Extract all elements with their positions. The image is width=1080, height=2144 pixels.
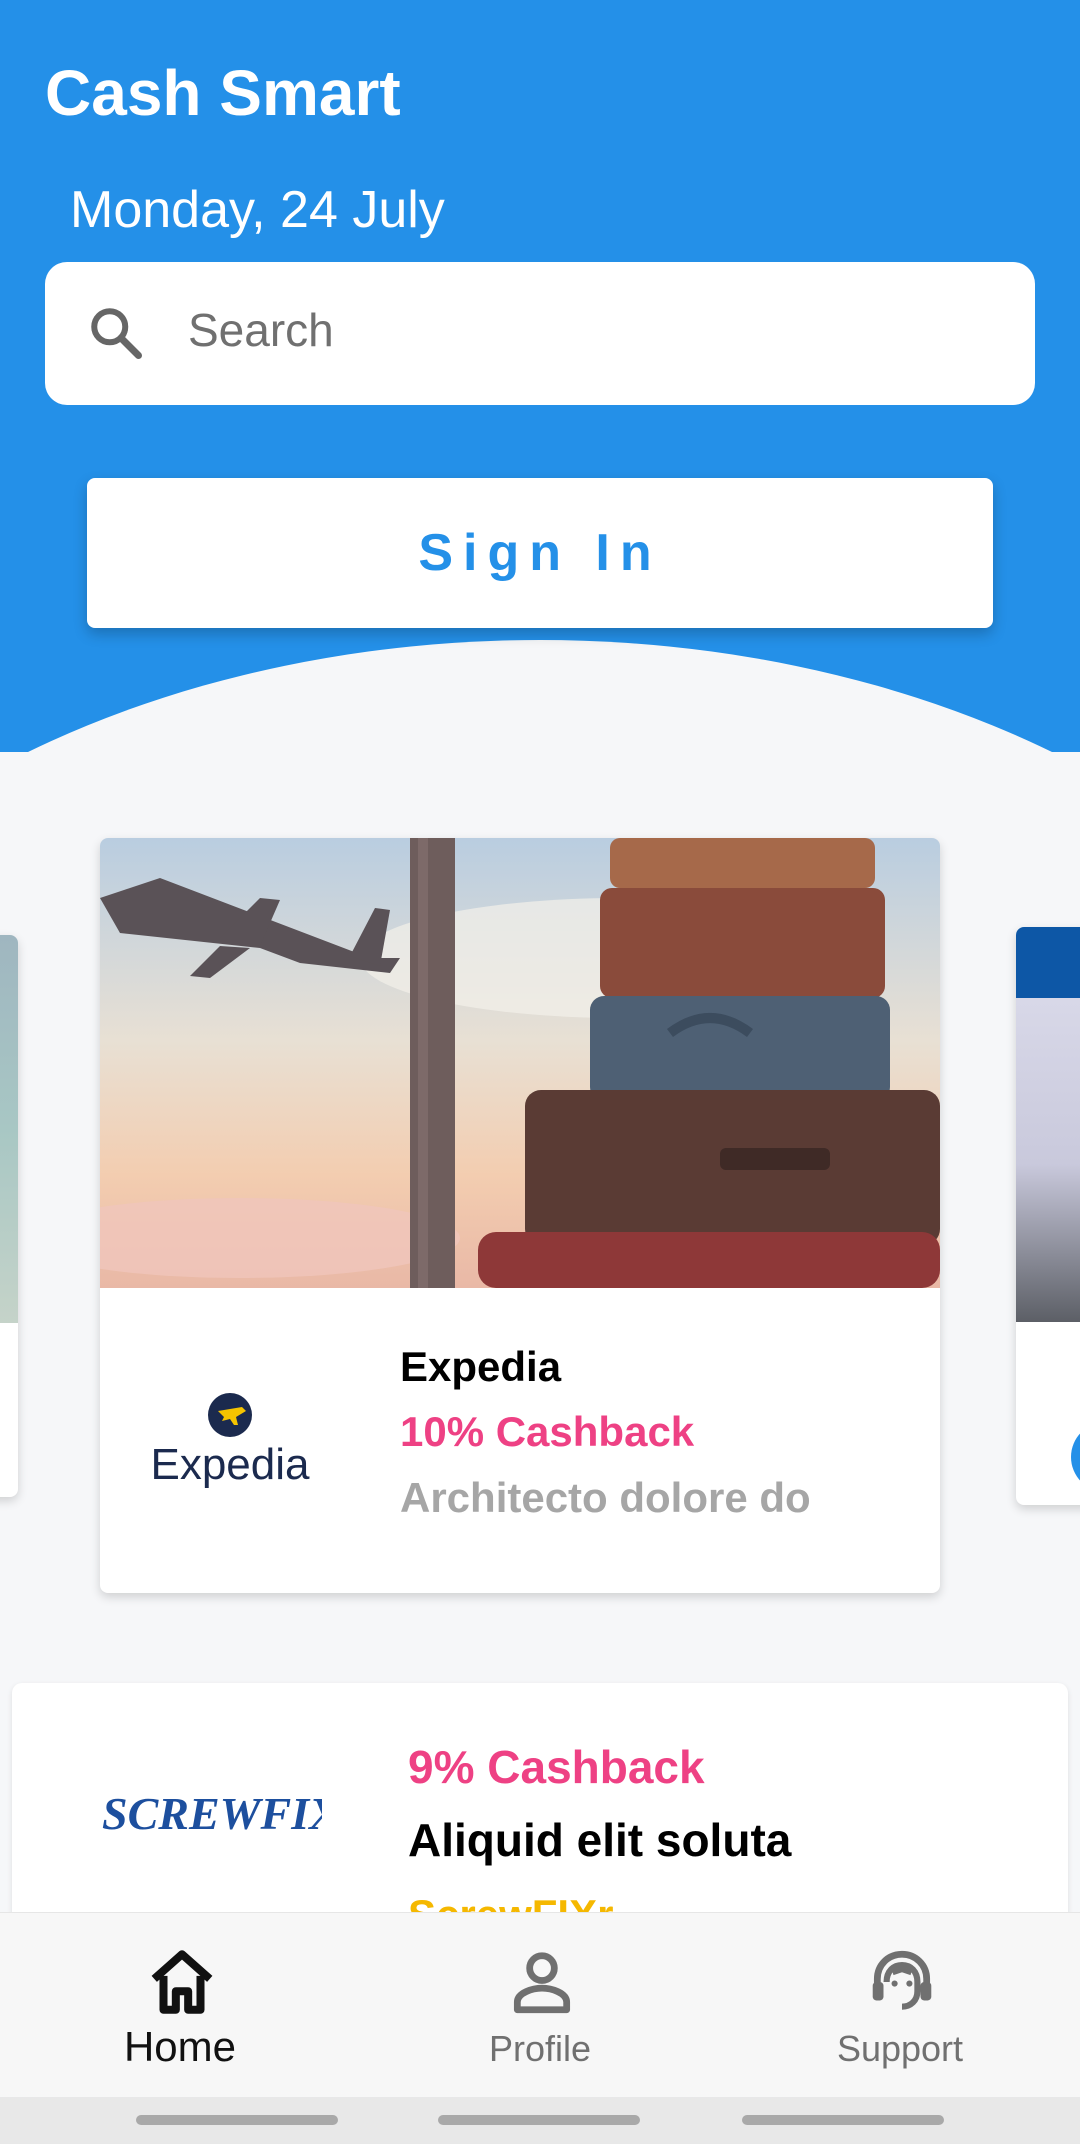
- system-gesture-bar: [0, 2097, 1080, 2144]
- nav-label-profile: Profile: [488, 2028, 592, 2069]
- search-input[interactable]: [188, 295, 988, 365]
- gesture-handle[interactable]: [742, 2115, 944, 2125]
- support-agent-icon: [872, 1950, 932, 2010]
- nav-item-profile[interactable]: Profile: [360, 1913, 720, 2098]
- person-icon: [513, 1952, 571, 2014]
- merchant-logo-badge: [1071, 1422, 1080, 1492]
- expedia-logo-text: Expedia: [150, 1440, 310, 1489]
- nav-item-support[interactable]: Support: [720, 1913, 1080, 2098]
- search-icon: [91, 308, 142, 359]
- screwfix-logo: SCREWFIX: [102, 1788, 322, 1839]
- bottom-navigation: Home Profile Support: [0, 1912, 1080, 2097]
- date-label: Monday, 24 July: [70, 181, 445, 239]
- gesture-handle[interactable]: [136, 2115, 338, 2125]
- list-item-cashback: 9% Cashback: [408, 1741, 705, 1793]
- nav-label-home: Home: [123, 2023, 237, 2070]
- offer-card-previous[interactable]: [0, 935, 18, 1497]
- offer-cashback: 10% Cashback: [400, 1408, 695, 1455]
- offer-card-image: [0, 935, 18, 1323]
- offer-hero-image: [100, 838, 940, 1288]
- nav-item-home[interactable]: Home: [0, 1913, 360, 2098]
- list-item-description: Aliquid elit soluta: [408, 1814, 792, 1866]
- offer-card-expedia[interactable]: Expedia Expedia 10% Cashback Architecto …: [100, 838, 940, 1593]
- offer-card-image: [1016, 927, 1080, 1322]
- offer-description: Architecto dolore do: [400, 1474, 811, 1521]
- offer-card-next[interactable]: [1016, 927, 1080, 1505]
- screwfix-logo-text: SCREWFIX: [102, 1788, 322, 1839]
- home-icon: [151, 1950, 213, 2014]
- header-curve: [0, 640, 1080, 752]
- app-title: Cash Smart: [45, 57, 401, 129]
- expedia-logo: Expedia: [150, 1393, 310, 1489]
- nav-label-support: Support: [836, 2028, 964, 2069]
- gesture-handle[interactable]: [438, 2115, 640, 2125]
- sign-in-button[interactable]: Sign In: [87, 478, 993, 628]
- offer-merchant-name: Expedia: [400, 1343, 562, 1390]
